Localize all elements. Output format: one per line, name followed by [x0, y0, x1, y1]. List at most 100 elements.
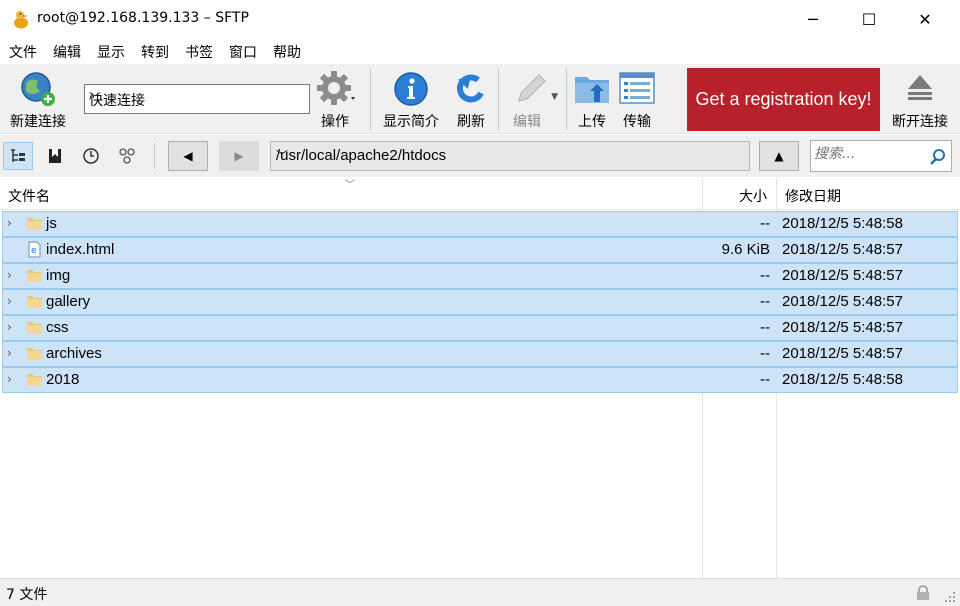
folder-icon: [27, 348, 42, 360]
file-name: img: [46, 267, 71, 284]
table-row[interactable]: e index.html 9.6 KiB 2018/12/5 5:48:57: [2, 237, 958, 263]
table-row[interactable]: › gallery -- 2018/12/5 5:48:57: [2, 289, 958, 315]
html-file-icon: e: [28, 241, 41, 258]
parent-directory-button[interactable]: ▲: [759, 141, 799, 171]
expand-chevron-icon[interactable]: ›: [7, 320, 12, 334]
back-button[interactable]: ◀: [168, 141, 208, 171]
menu-help[interactable]: 帮助: [264, 38, 308, 64]
file-size: --: [760, 345, 770, 362]
file-size: --: [760, 293, 770, 310]
info-icon: [394, 72, 428, 106]
menu-window[interactable]: 窗口: [220, 38, 264, 64]
upload-folder-icon: [575, 77, 609, 103]
file-modified: 2018/12/5 5:48:57: [782, 345, 903, 362]
table-row[interactable]: › img -- 2018/12/5 5:48:57: [2, 263, 958, 289]
menu-edit[interactable]: 编辑: [44, 38, 88, 64]
navigation-bar: ◀ ▶ /usr/local/apache2/htdocs ﹀ ▲: [0, 135, 960, 177]
file-modified: 2018/12/5 5:48:57: [782, 267, 903, 284]
expand-chevron-icon[interactable]: ›: [7, 346, 12, 360]
expand-chevron-icon[interactable]: ›: [7, 216, 12, 230]
path-combo[interactable]: /usr/local/apache2/htdocs ﹀: [270, 141, 750, 171]
file-size: --: [760, 215, 770, 232]
forward-arrow-icon: ▶: [234, 149, 244, 163]
refresh-button[interactable]: 刷新: [450, 64, 492, 134]
column-header-name[interactable]: 文件名: [8, 186, 50, 206]
file-modified: 2018/12/5 5:48:57: [782, 241, 903, 258]
dropdown-arrow-icon: ▼: [551, 92, 558, 102]
new-connection-label: 新建连接: [10, 114, 66, 130]
close-icon: ✕: [918, 9, 932, 29]
file-count: 7 文件: [6, 587, 48, 603]
folder-icon: [27, 296, 42, 308]
expand-chevron-icon[interactable]: ›: [7, 294, 12, 308]
file-name: js: [46, 215, 57, 232]
bookmark-book-icon: [49, 149, 61, 163]
refresh-icon: [456, 74, 484, 103]
file-size: 9.6 KiB: [721, 241, 770, 258]
menu-go[interactable]: 转到: [132, 38, 176, 64]
search-box: [810, 140, 952, 172]
column-header: ﹀ 文件名 大小 修改日期: [0, 178, 960, 210]
network-share-icon: [119, 148, 135, 164]
bonjour-view-button[interactable]: [112, 142, 142, 170]
duck-app-icon: [14, 11, 28, 29]
menu-file[interactable]: 文件: [0, 38, 44, 64]
title-bar: root@192.168.139.133 – SFTP ─ ☐ ✕: [0, 0, 960, 38]
svg-text:e: e: [31, 246, 37, 256]
forward-button[interactable]: ▶: [219, 141, 259, 171]
expand-chevron-icon[interactable]: ›: [7, 268, 12, 282]
disconnect-button[interactable]: 断开连接: [886, 64, 954, 134]
column-header-size[interactable]: 大小: [739, 186, 767, 206]
transfers-label: 传输: [623, 114, 651, 130]
file-modified: 2018/12/5 5:48:57: [782, 319, 903, 336]
info-label: 显示简介: [383, 114, 439, 130]
new-connection-button[interactable]: 新建连接: [2, 64, 74, 134]
upload-label: 上传: [578, 114, 606, 130]
quick-connect-combo[interactable]: 快速连接 ﹀: [84, 84, 310, 114]
menu-bookmarks[interactable]: 书签: [176, 38, 220, 64]
table-row[interactable]: › js -- 2018/12/5 5:48:58: [2, 211, 958, 237]
disconnect-label: 断开连接: [892, 114, 948, 130]
minimize-button[interactable]: ─: [790, 0, 836, 38]
actions-button[interactable]: 操作: [312, 64, 358, 134]
search-input[interactable]: [814, 146, 926, 162]
menu-view[interactable]: 显示: [88, 38, 132, 64]
file-modified: 2018/12/5 5:48:58: [782, 371, 903, 388]
table-row[interactable]: › archives -- 2018/12/5 5:48:57: [2, 341, 958, 367]
file-size: --: [760, 267, 770, 284]
status-bar: 7 文件: [0, 578, 960, 606]
lock-icon: [917, 585, 929, 600]
info-button[interactable]: 显示简介: [378, 64, 444, 134]
sort-indicator-icon: ﹀: [345, 180, 355, 191]
folder-icon: [27, 270, 42, 282]
upload-button[interactable]: 上传: [570, 64, 614, 134]
search-icon[interactable]: [929, 148, 947, 166]
folder-icon: [27, 374, 42, 386]
file-modified: 2018/12/5 5:48:57: [782, 293, 903, 310]
close-button[interactable]: ✕: [902, 0, 948, 38]
back-arrow-icon: ◀: [183, 149, 193, 163]
maximize-button[interactable]: ☐: [846, 0, 892, 38]
history-view-button[interactable]: [76, 142, 106, 170]
file-size: --: [760, 371, 770, 388]
maximize-icon: ☐: [861, 9, 877, 29]
minimize-icon: ─: [808, 9, 818, 29]
expand-chevron-icon[interactable]: ›: [7, 372, 12, 386]
file-name: css: [46, 319, 69, 336]
column-header-modified[interactable]: 修改日期: [785, 186, 841, 206]
table-row[interactable]: › 2018 -- 2018/12/5 5:48:58: [2, 367, 958, 393]
file-list: ﹀ 文件名 大小 修改日期 › js -- 2018/12/5 5:48:58 …: [0, 178, 960, 578]
bookmarks-view-button[interactable]: [40, 142, 70, 170]
resize-grip-icon[interactable]: [944, 591, 956, 603]
table-row[interactable]: › css -- 2018/12/5 5:48:57: [2, 315, 958, 341]
transfers-list-icon: [619, 72, 655, 104]
menu-bar: 文件 编辑 显示 转到 书签 窗口 帮助: [0, 38, 960, 64]
edit-button[interactable]: 编辑 ▼: [502, 64, 560, 134]
chevron-down-icon: ﹀: [276, 149, 289, 163]
nav-separator: [154, 143, 155, 169]
browser-view-button[interactable]: [3, 142, 33, 170]
globe-plus-icon: [21, 72, 55, 106]
transfers-button[interactable]: 传输: [616, 64, 658, 134]
registration-key-button[interactable]: Get a registration key!: [687, 68, 880, 131]
toolbar-separator: [566, 68, 567, 130]
